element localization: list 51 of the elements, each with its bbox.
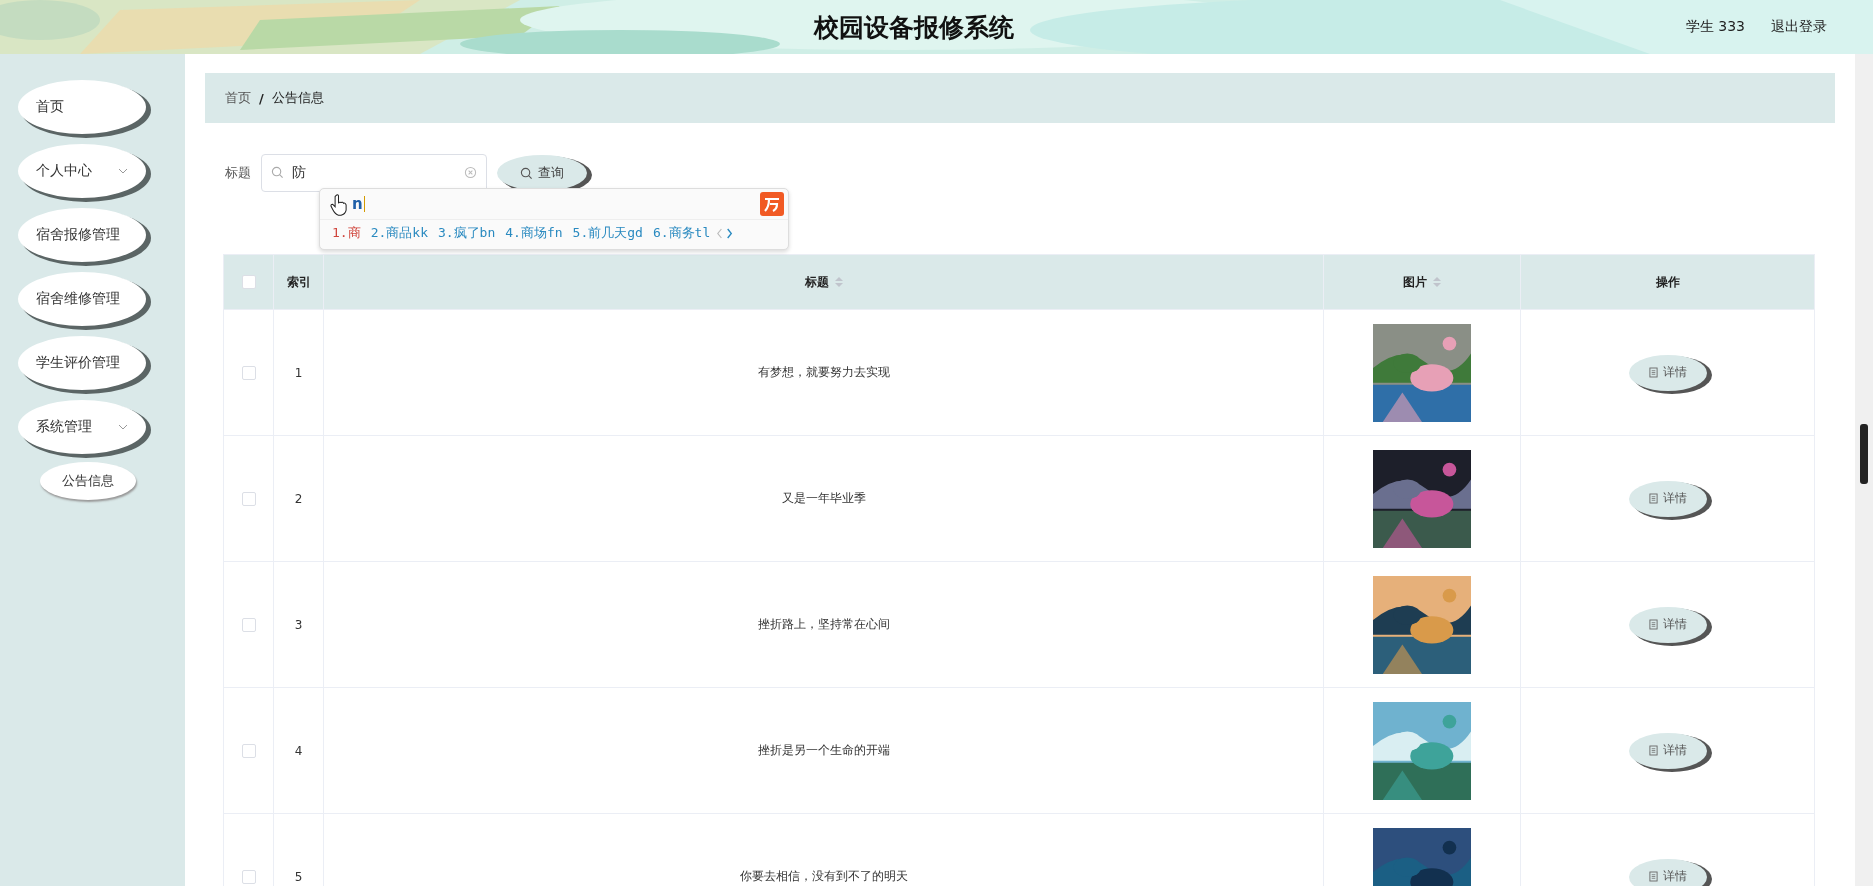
title-label: 标题 [225, 164, 251, 182]
row-checkbox[interactable] [241, 743, 256, 758]
ime-candidate[interactable]: 6.商务tl [652, 224, 711, 242]
ime-logo-icon [760, 192, 784, 216]
sort-icon[interactable] [1433, 277, 1441, 287]
table-cell: 有梦想，就要努力去实现 [757, 364, 890, 381]
sort-icon[interactable] [834, 277, 843, 287]
row-checkbox[interactable] [241, 491, 256, 506]
search-icon [271, 166, 284, 179]
chevron-down-icon [118, 168, 128, 174]
search-field[interactable]: 防 [261, 154, 487, 192]
document-icon [1648, 619, 1658, 630]
table-cell: 5 [294, 869, 303, 884]
ime-candidate[interactable]: 2.商品kk [370, 224, 428, 242]
table-cell: 1 [294, 365, 303, 380]
hand-pointer-icon [330, 194, 347, 216]
document-icon [1648, 493, 1658, 504]
system-title: 校园设备报修系统 [813, 11, 1014, 44]
breadcrumb-item[interactable]: 公告信息 [271, 89, 324, 107]
select-all-checkbox[interactable] [241, 275, 256, 289]
ime-candidate[interactable]: 4.商场fn [505, 224, 563, 242]
table-cell: 又是一年毕业季 [781, 490, 866, 507]
table-cell: 挫折是另一个生命的开端 [757, 742, 890, 759]
table-cell: 3 [294, 617, 303, 632]
table-cell: 挫折路上，坚持常在心间 [757, 616, 890, 633]
ime-candidate[interactable]: 1.商 [332, 224, 361, 242]
ime-candidate[interactable]: 3.疯了bn [437, 224, 496, 242]
clear-icon[interactable] [464, 166, 477, 179]
document-icon [1648, 367, 1658, 378]
row-checkbox[interactable] [241, 869, 256, 884]
table-cell: 2 [294, 491, 303, 506]
table-cell: 4 [294, 743, 303, 758]
scrollbar[interactable] [1855, 54, 1873, 886]
breadcrumb-item[interactable]: 首页 [225, 89, 251, 107]
logout-link[interactable]: 退出登录 [1771, 18, 1827, 36]
table-cell: 你要去相信，没有到不了的明天 [739, 868, 908, 885]
ime-composition: n [352, 195, 363, 213]
column-header: 索引 [286, 273, 311, 291]
column-header: 标题 [804, 273, 829, 291]
breadcrumb-separator: / [259, 90, 264, 106]
submenu-item[interactable]: 公告信息 [40, 462, 136, 500]
chevron-down-icon [118, 424, 128, 430]
ime-candidate[interactable]: 5.前几天gd [572, 224, 643, 242]
document-icon [1648, 745, 1658, 756]
column-header: 操作 [1655, 273, 1680, 291]
column-header: 图片 [1403, 273, 1427, 291]
document-icon [1648, 871, 1658, 882]
search-icon [520, 166, 533, 180]
row-checkbox[interactable] [241, 365, 256, 380]
row-checkbox[interactable] [241, 617, 256, 632]
user-name: 学生 333 [1685, 18, 1745, 36]
